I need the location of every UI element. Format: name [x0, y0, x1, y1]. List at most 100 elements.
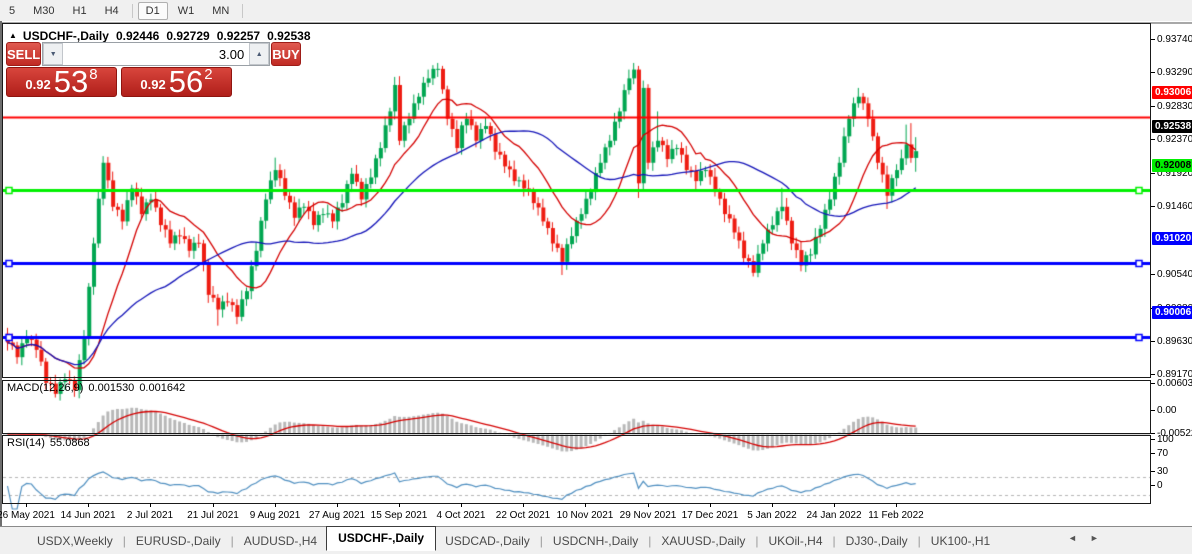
date-tick-mark [523, 503, 524, 507]
date-tick-label: 10 Nov 2021 [556, 510, 614, 521]
rsi-label: RSI(14) 55.0868 [7, 437, 90, 449]
volume-spinner: ▼ ▲ [42, 42, 271, 66]
chart-tab-xauusd-daily[interactable]: XAUUSD-,Daily [652, 532, 754, 550]
trading-platform-window: 5 M30 H1 H4 D1 W1 MN ▲ USDCHF-,Daily 0.9… [0, 0, 1192, 554]
low-value: 0.92257 [216, 29, 261, 43]
open-value: 0.92446 [115, 29, 160, 43]
chart-tab-uk100-h1[interactable]: UK100-,H1 [922, 532, 999, 550]
date-tick-label: 9 Aug 2021 [249, 510, 301, 521]
date-tick-label: 15 Sep 2021 [370, 510, 428, 521]
macd-tick-label: 0.006038 [1157, 378, 1192, 389]
chart-tab-ukoil-h4[interactable]: UKOil-,H4 [760, 532, 832, 550]
tab-separator: | [230, 533, 234, 548]
timeframe-h1-button[interactable]: H1 [65, 2, 95, 20]
toolbar-separator [242, 3, 244, 18]
macd-tick-mark [1151, 410, 1155, 411]
macd-tick-mark [1151, 383, 1155, 384]
timeframe-m5-button[interactable]: 5 [1, 2, 23, 20]
timeframe-h4-button[interactable]: H4 [97, 2, 127, 20]
rsi-tick-label: 0 [1157, 480, 1163, 491]
price-tick-mark [1151, 72, 1155, 73]
chart-tab-audusd-h4[interactable]: AUDUSD-,H4 [235, 532, 326, 550]
toolbar-separator [131, 3, 133, 18]
chart-area [0, 24, 1192, 527]
date-tick-label: 24 Jan 2022 [806, 510, 862, 521]
macd-label: MACD(12,26,9) 0.001530 0.001642 [7, 382, 185, 394]
sell-price-prefix: 0.92 [25, 77, 51, 92]
chart-tab-usdcad-daily[interactable]: USDCAD-,Daily [436, 532, 539, 550]
date-tick-label: 2 Jul 2021 [126, 510, 174, 521]
rsi-value: 55.0868 [49, 437, 90, 449]
timeframe-w1-button[interactable]: W1 [170, 2, 203, 20]
chart-title: ▲ USDCHF-,Daily 0.92446 0.92729 0.92257 … [9, 29, 311, 43]
chart-tab-usdcnh-daily[interactable]: USDCNH-,Daily [544, 532, 647, 550]
price-tick-mark [1151, 274, 1155, 275]
tab-separator: | [539, 533, 543, 548]
timeframe-mn-button[interactable]: MN [204, 2, 237, 20]
macd-tick-label: 0.00 [1157, 405, 1177, 416]
chart-tab-eurusd-daily[interactable]: EURUSD-,Daily [127, 532, 230, 550]
chart-tab-dj30-daily[interactable]: DJ30-,Daily [837, 532, 917, 550]
chart-tab-usdx-weekly[interactable]: USDX,Weekly [28, 532, 122, 550]
chart-tab-bar: USDX,Weekly | EURUSD-,Daily | AUDUSD-,H4 USDC… [0, 526, 1192, 554]
date-tick-mark [896, 503, 897, 507]
collapse-triangle-icon[interactable]: ▲ [9, 31, 17, 40]
rsi-tick-mark [1151, 471, 1155, 472]
tab-separator: | [832, 533, 836, 548]
volume-increase-button[interactable]: ▲ [249, 43, 270, 65]
rsi-tick-mark [1151, 485, 1155, 486]
tab-scroll-left-icon[interactable]: ◄ [1068, 533, 1077, 543]
date-tick-mark [88, 503, 89, 507]
sell-price-box[interactable]: 0.92 53 8 [6, 66, 117, 97]
date-tick-mark [213, 503, 214, 507]
timeframe-d1-button[interactable]: D1 [137, 1, 168, 20]
price-tick-mark [1151, 139, 1155, 140]
window-left-border [0, 21, 2, 554]
date-tick-mark [585, 503, 586, 507]
buy-button[interactable]: BUY [271, 42, 301, 66]
price-level-badge: 0.90006 [1152, 306, 1192, 319]
sell-button[interactable]: SELL [6, 42, 42, 66]
date-tick-label: 21 Jul 2021 [187, 510, 239, 521]
high-value: 0.92729 [166, 29, 210, 43]
date-tick-mark [275, 503, 276, 507]
price-tick-label: 0.89630 [1157, 336, 1192, 347]
price-tick-mark [1151, 39, 1155, 40]
macd-name: MACD(12,26,9) [7, 382, 84, 394]
price-chart-canvas[interactable] [3, 48, 1150, 401]
date-tick-label: 29 Nov 2021 [619, 510, 677, 521]
macd-indicator-canvas[interactable] [3, 405, 1150, 457]
price-level-badge: 0.91020 [1152, 232, 1192, 245]
symbol-label: USDCHF-,Daily [22, 29, 109, 43]
date-tick-mark [648, 503, 649, 507]
date-tick-mark [337, 503, 338, 507]
buy-price-box[interactable]: 0.92 56 2 [121, 66, 232, 97]
rsi-tick-label: 70 [1157, 448, 1169, 459]
price-tick-mark [1151, 341, 1155, 342]
timeframe-m30-button[interactable]: M30 [25, 2, 62, 20]
volume-input[interactable] [63, 43, 250, 65]
price-tick-label: 0.92830 [1157, 101, 1192, 112]
volume-decrease-button[interactable]: ▼ [43, 43, 64, 65]
buy-price-prefix: 0.92 [140, 77, 166, 92]
date-tick-mark [461, 503, 462, 507]
price-tick-label: 0.90540 [1157, 269, 1192, 280]
tab-scroll-right-icon[interactable]: ► [1090, 533, 1099, 543]
tab-scroll-arrows: ◄ ► [1068, 533, 1099, 543]
tab-separator: | [917, 533, 921, 548]
price-level-badge: 0.92008 [1152, 159, 1192, 172]
sell-price-pip-digit: 8 [89, 66, 98, 83]
price-level-badge: 0.92538 [1152, 120, 1192, 133]
rsi-tick-label: 100 [1157, 434, 1174, 445]
date-tick-mark [399, 503, 400, 507]
price-tick-mark [1151, 106, 1155, 107]
date-tick-label: 27 Aug 2021 [308, 510, 366, 521]
price-tick-mark [1151, 173, 1155, 174]
rsi-tick-mark [1151, 439, 1155, 440]
date-tick-mark [150, 503, 151, 507]
macd-signal-value: 0.001642 [139, 382, 186, 394]
price-tick-label: 0.93740 [1157, 34, 1192, 45]
date-tick-label: 22 Oct 2021 [495, 510, 551, 521]
chart-tab-usdchf-daily[interactable]: USDCHF-,Daily [326, 526, 437, 551]
date-tick-mark [710, 503, 711, 507]
